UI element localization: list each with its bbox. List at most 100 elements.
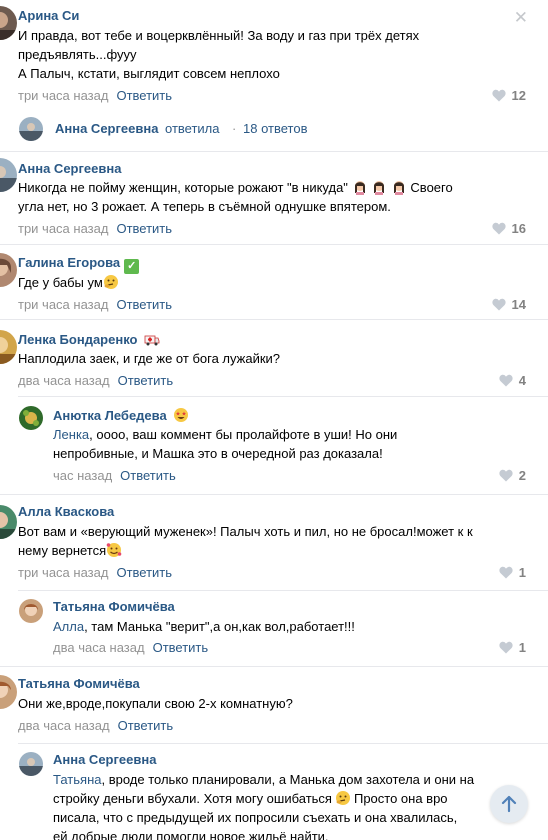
like-count: 2: [518, 468, 526, 483]
reply-button[interactable]: Ответить: [118, 718, 174, 733]
comment-text-line: угла нет, но 3 рожает. А теперь в съёмно…: [18, 199, 391, 214]
comment-meta: два часа назад Ответить: [53, 640, 208, 655]
avatar[interactable]: [0, 158, 17, 192]
author-name[interactable]: Ленка Бондаренко: [18, 332, 137, 347]
author-name[interactable]: Галина Егорова: [18, 255, 120, 270]
reply-button[interactable]: Ответить: [116, 297, 172, 312]
like-count: 12: [511, 88, 526, 103]
like-count: 14: [511, 297, 526, 312]
like-button[interactable]: 1: [499, 565, 526, 580]
timestamp[interactable]: два часа назад: [18, 373, 110, 388]
comment-meta: два часа назад Ответить: [18, 718, 173, 733]
timestamp[interactable]: три часа назад: [18, 88, 108, 103]
scroll-to-top-button[interactable]: [490, 785, 528, 823]
timestamp[interactable]: два часа назад: [53, 640, 145, 655]
like-button[interactable]: 2: [499, 468, 526, 483]
like-button[interactable]: 12: [491, 88, 526, 103]
comment-author[interactable]: Ленка Бондаренко: [18, 331, 160, 347]
comment-author[interactable]: Алла Кваскова: [18, 504, 114, 519]
comment-author[interactable]: Татьяна Фомичёва: [53, 599, 175, 614]
comment-text-line: нему вернется: [18, 541, 543, 560]
comment-author[interactable]: Арина Си: [18, 8, 79, 23]
timestamp[interactable]: три часа назад: [18, 221, 108, 236]
mention-link[interactable]: Татьяна: [53, 772, 101, 787]
comment-text-line: Ленка, оооо, ваш коммент бы пролайфоте в…: [53, 425, 533, 444]
reply-button[interactable]: Ответить: [116, 221, 172, 236]
comment-text: Они же,вроде,покупали свою 2-х комнатную…: [18, 694, 538, 713]
comment-text-line: непробивные, и Машка это в очередной раз…: [53, 446, 383, 461]
reply-button[interactable]: Ответить: [116, 565, 172, 580]
heart-icon: [491, 222, 506, 235]
timestamp[interactable]: три часа назад: [18, 297, 108, 312]
like-button[interactable]: 16: [491, 221, 526, 236]
comment-author[interactable]: Анютка Лебедева: [53, 407, 189, 423]
heart-icon: [499, 374, 513, 387]
like-count: 1: [518, 565, 526, 580]
heart-icon: [499, 566, 513, 579]
like-button[interactable]: 14: [491, 297, 526, 312]
arrow-up-icon: [501, 795, 517, 813]
reply-button[interactable]: Ответить: [116, 88, 172, 103]
like-button[interactable]: 4: [499, 373, 526, 388]
comment-text-line: Вот вам и «верующий муженек»! Палыч хоть…: [18, 524, 473, 539]
comment-text-line: Наплодила заек, и где же от бога лужайки…: [18, 351, 281, 366]
divider: [0, 319, 548, 320]
like-count: 4: [518, 373, 526, 388]
comment-text-line: Они же,вроде,покупали свою 2-х комнатную…: [18, 696, 293, 711]
timestamp[interactable]: три часа назад: [18, 565, 108, 580]
comment-text-fragment: стройку деньги вбухали. Хотя могу ошибат…: [53, 791, 332, 806]
avatar[interactable]: [19, 599, 43, 623]
avatar[interactable]: [0, 505, 17, 539]
comment-meta: два часа назад Ответить: [18, 373, 173, 388]
comment-text: Вот вам и «верующий муженек»! Палыч хоть…: [18, 522, 543, 560]
divider: [0, 244, 548, 245]
comment-text-line: Никогда не пойму женщин, которые рожают …: [18, 178, 538, 197]
comment-text-fragment: , оооо, ваш коммент бы пролайфоте в уши!…: [89, 427, 398, 442]
comment-text-line: предъявлять...фууу: [18, 47, 137, 62]
thread-replies-row[interactable]: Анна Сергеевна ответила · 18 ответов: [0, 112, 548, 146]
thinking-face-icon: [335, 791, 350, 805]
author-name[interactable]: Анютка Лебедева: [53, 408, 167, 423]
thread-reply-count[interactable]: 18 ответов: [243, 121, 307, 136]
divider: [0, 151, 548, 152]
avatar[interactable]: [19, 117, 43, 141]
comment-text-line: Татьяна, вроде только планировали, а Ман…: [53, 770, 543, 789]
divider: [18, 743, 548, 744]
avatar[interactable]: [19, 752, 43, 776]
comment-author[interactable]: Анна Сергеевна: [53, 752, 156, 767]
thread-author[interactable]: Анна Сергеевна: [55, 121, 158, 136]
woman-emoji-icon: [393, 181, 404, 195]
comment-text-fragment: Где у бабы ум: [18, 275, 103, 290]
avatar[interactable]: [0, 253, 17, 287]
thread-verb: ответила: [165, 121, 220, 136]
reply-button[interactable]: Ответить: [120, 468, 176, 483]
mention-link[interactable]: Алла: [53, 619, 84, 634]
close-icon[interactable]: ✕: [514, 8, 528, 28]
heart-icon: [491, 298, 506, 311]
avatar[interactable]: [0, 6, 17, 40]
comment-meta: три часа назад Ответить: [18, 565, 172, 580]
reply-button[interactable]: Ответить: [118, 373, 174, 388]
avatar[interactable]: [19, 406, 43, 430]
comment-text: Где у бабы ум: [18, 273, 538, 292]
thinking-face-icon: [103, 275, 118, 289]
comment-meta: три часа назад Ответить: [18, 88, 172, 103]
comment-text-line: И правда, вот тебе и воцерквлённый! За в…: [18, 28, 420, 43]
avatar[interactable]: [0, 675, 17, 709]
like-button[interactable]: 1: [499, 640, 526, 655]
comments-feed: Арина Си ✕ И правда, вот тебе и воцерквл…: [0, 0, 548, 840]
comment-author[interactable]: Галина Егорова ✓: [18, 255, 140, 274]
comment-author[interactable]: Анна Сергеевна: [18, 161, 121, 176]
avatar[interactable]: [0, 330, 17, 364]
mention-link[interactable]: Ленка: [53, 427, 89, 442]
comment-author[interactable]: Татьяна Фомичёва: [18, 676, 140, 691]
reply-button[interactable]: Ответить: [153, 640, 209, 655]
heart-icon: [499, 641, 513, 654]
heart-icon: [499, 469, 513, 482]
divider: [18, 396, 548, 397]
timestamp[interactable]: два часа назад: [18, 718, 110, 733]
divider: [0, 494, 548, 495]
comment-text-line: А Палыч, кстати, выглядит совсем неплохо: [18, 66, 280, 81]
timestamp[interactable]: час назад: [53, 468, 112, 483]
separator-dot: ·: [232, 121, 237, 136]
